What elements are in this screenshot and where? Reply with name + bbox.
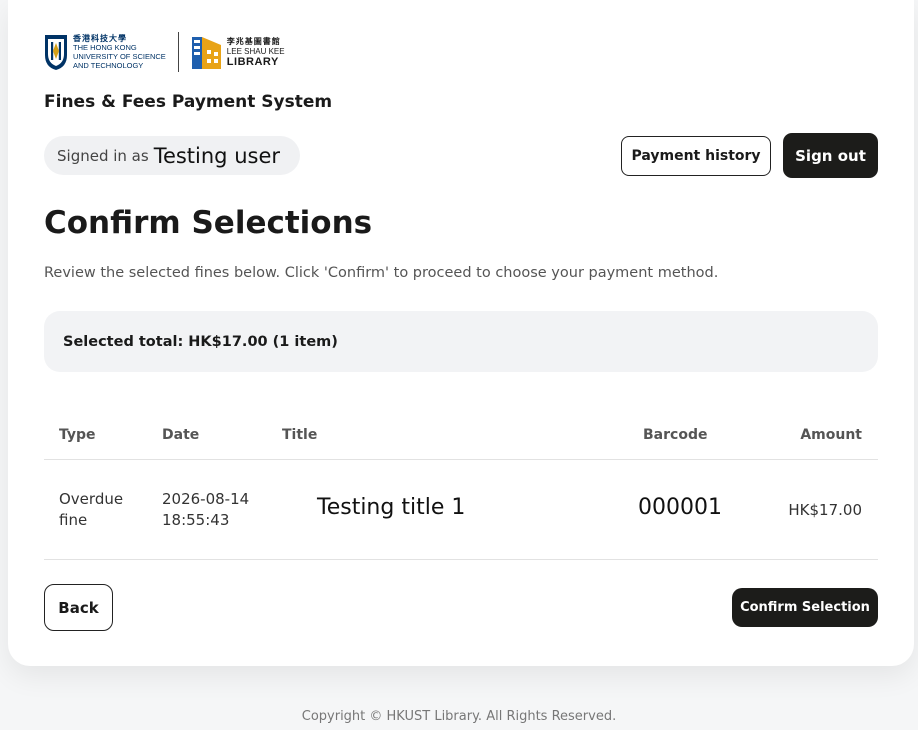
cell-barcode: 000001 bbox=[638, 495, 722, 520]
selected-total-text: Selected total: HK$17.00 (1 item) bbox=[63, 333, 338, 350]
page-description: Review the selected fines below. Click '… bbox=[44, 265, 719, 281]
cell-title: Testing title 1 bbox=[317, 495, 466, 520]
payment-history-button[interactable]: Payment history bbox=[621, 136, 771, 176]
selected-total-panel: Selected total: HK$17.00 (1 item) bbox=[44, 311, 878, 372]
column-header-date: Date bbox=[162, 427, 200, 443]
logo-divider bbox=[177, 32, 179, 72]
signed-in-user: Testing user bbox=[153, 143, 280, 168]
hkust-wordmark: 香港科技大學 THE HONG KONG UNIVERSITY OF SCIEN… bbox=[73, 34, 166, 70]
signed-in-badge: Signed in as Testing user bbox=[44, 136, 300, 175]
library-logo: 李兆基圖書館 LEE SHAU KEE LIBRARY bbox=[191, 33, 285, 71]
column-header-barcode: Barcode bbox=[643, 427, 708, 443]
table-bottom-divider bbox=[44, 559, 878, 560]
page-title: Confirm Selections bbox=[44, 205, 373, 241]
library-name-zh: 李兆基圖書館 bbox=[226, 37, 281, 46]
hkust-crest-icon bbox=[45, 35, 67, 70]
footer-copyright: Copyright © HKUST Library. All Rights Re… bbox=[301, 709, 617, 724]
library-wordmark: 李兆基圖書館 LEE SHAU KEE LIBRARY bbox=[226, 37, 285, 68]
cell-type-line-2: fine bbox=[59, 511, 88, 529]
column-header-title: Title bbox=[282, 427, 318, 443]
logo-row: 香港科技大學 THE HONG KONG UNIVERSITY OF SCIEN… bbox=[44, 32, 285, 72]
cell-date-line-2: 18:55:43 bbox=[162, 511, 230, 529]
table-header-divider bbox=[44, 459, 878, 460]
confirm-selection-button[interactable]: Confirm Selection bbox=[732, 588, 878, 627]
hkust-name-en-2: UNIVERSITY OF SCIENCE bbox=[73, 52, 166, 61]
library-word: LIBRARY bbox=[226, 56, 279, 68]
hkust-name-en-1: THE HONG KONG bbox=[73, 43, 137, 52]
main-card: 香港科技大學 THE HONG KONG UNIVERSITY OF SCIEN… bbox=[8, 0, 914, 666]
cell-type-line-1: Overdue bbox=[59, 490, 124, 508]
column-header-type: Type bbox=[59, 427, 96, 443]
back-button[interactable]: Back bbox=[44, 584, 113, 631]
column-header-amount: Amount bbox=[800, 427, 862, 443]
hkust-logo: 香港科技大學 THE HONG KONG UNIVERSITY OF SCIEN… bbox=[44, 33, 166, 71]
cell-type: Overdue fine bbox=[59, 489, 123, 531]
cell-date-line-1: 2026-08-14 bbox=[162, 490, 250, 508]
signed-in-prefix: Signed in as bbox=[57, 146, 149, 165]
app-title: Fines & Fees Payment System bbox=[44, 92, 333, 112]
cell-amount: HK$17.00 bbox=[788, 501, 862, 519]
hkust-name-en-3: AND TECHNOLOGY bbox=[73, 61, 144, 70]
cell-date: 2026-08-14 18:55:43 bbox=[162, 489, 249, 531]
library-building-icon bbox=[191, 37, 221, 69]
sign-out-button[interactable]: Sign out bbox=[783, 133, 878, 178]
hkust-name-zh: 香港科技大學 bbox=[73, 34, 127, 43]
